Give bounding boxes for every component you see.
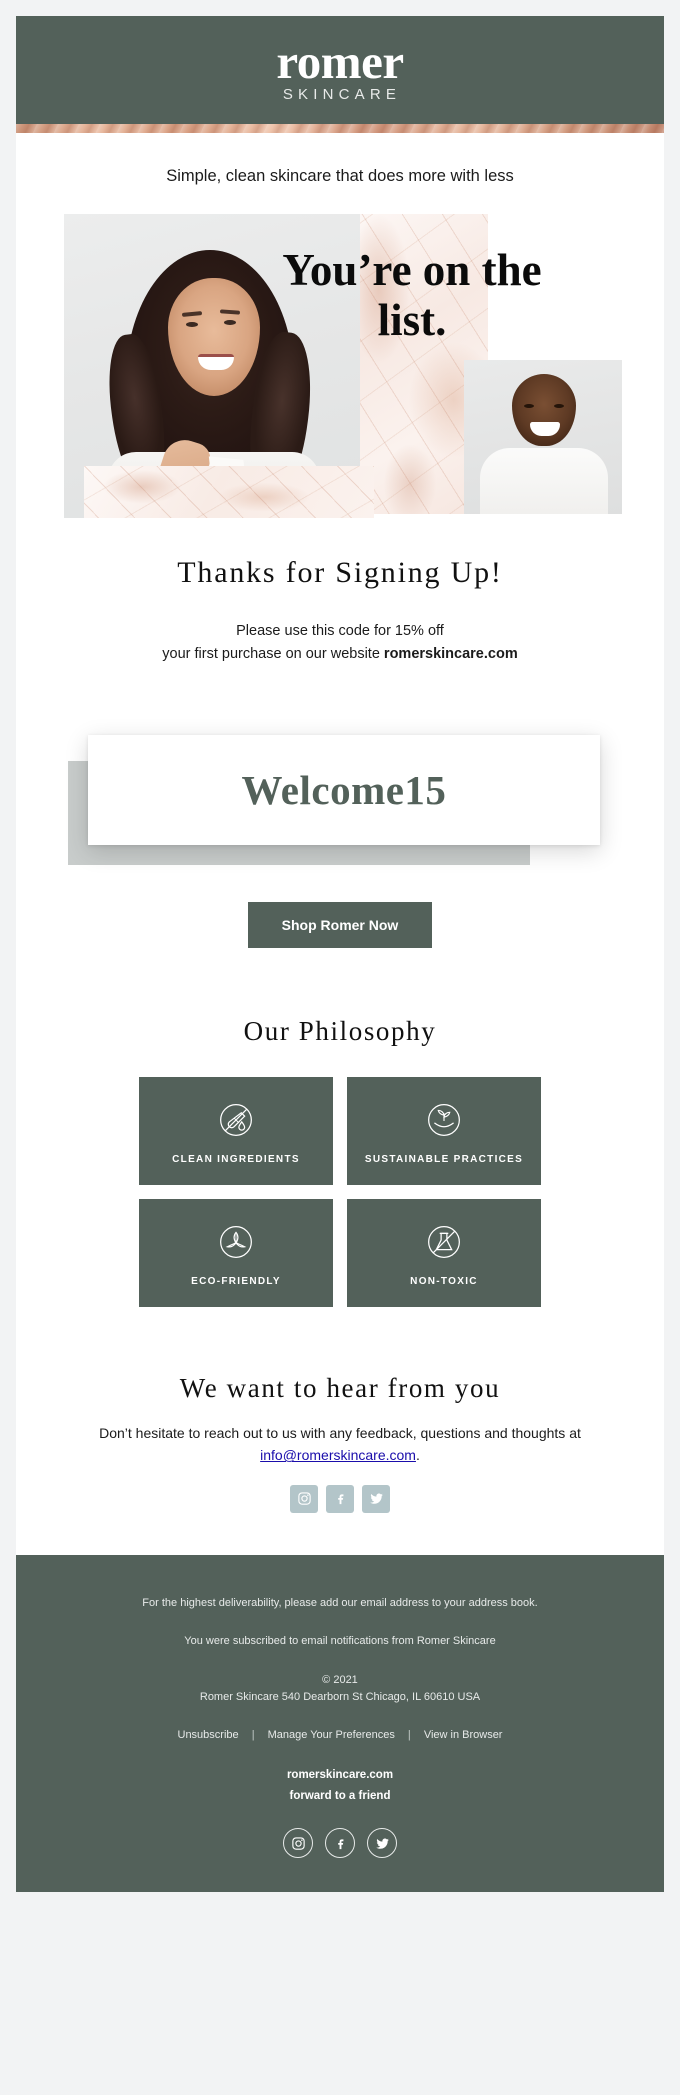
woman-eye-left [186,322,198,327]
footer-facebook-button[interactable] [325,1828,355,1859]
email-header: romer SKINCARE [16,16,664,124]
footer-address: Romer Skincare 540 Dearborn St Chicago, … [199,1691,481,1704]
promo-code-zone: Welcome15 [16,717,664,892]
promo-line-1: Please use this code for 15% off [236,623,444,639]
footer-links: Unsubscribe | Manage Your Preferences | … [56,1729,624,1741]
man-eye-left [524,404,534,408]
hero-headline: You’re on the list. [282,245,542,345]
leaf-trio-icon [220,1226,252,1258]
promo-website: romerskincare.com [383,646,518,663]
tagline: Simple, clean skincare that does more wi… [166,167,514,185]
twitter-icon [369,1493,383,1504]
woman-eye-right [224,320,236,325]
email-body: romer SKINCARE Simple, clean skincare th… [16,16,664,1893]
facebook-icon [337,1839,343,1849]
philosophy-title: Our Philosophy [243,1015,437,1046]
twitter-button[interactable] [362,1484,390,1513]
contact-social-row [16,1467,664,1555]
no-dropper-icon [220,1104,252,1136]
photo-man [464,360,622,514]
brand-logo[interactable]: romer SKINCARE [276,33,404,103]
footer-copyright-block: © 2021 Romer Skincare 540 Dearborn St Ch… [56,1672,624,1707]
contact-title: We want to hear from you [179,1372,501,1403]
tile-label: CLEAN INGREDIENTS [172,1153,300,1165]
contact-email-link[interactable]: info@romerskincare.com [260,1447,416,1463]
promo-line-2-pre: your first purchase on our website [162,646,384,663]
footer-brand-block: romerskincare.com forward to a friend [56,1765,624,1806]
instagram-icon [297,1492,311,1505]
footer-site-link[interactable]: romerskincare.com [287,1769,393,1781]
instagram-icon [291,1837,305,1850]
email-footer: For the highest deliverability, please a… [16,1554,664,1893]
link-separator: | [251,1728,255,1741]
forward-to-friend-link[interactable]: forward to a friend [290,1790,391,1802]
facebook-button[interactable] [326,1484,354,1513]
footer-twitter-button[interactable] [367,1828,397,1859]
footer-social-row [56,1828,624,1859]
contact-copy-post: . [415,1447,420,1464]
brand-name: romer [276,33,404,89]
footer-subscribed: You were subscribed to email notificatio… [184,1635,496,1648]
man-eye-right [554,404,564,408]
marble-texture-bottom [84,466,374,518]
promo-description: Please use this code for 15% off your fi… [16,620,664,667]
view-in-browser-link[interactable]: View in Browser [424,1729,503,1741]
thanks-title: Thanks for Signing Up! [177,556,503,589]
contact-copy-pre: Don’t hesitate to reach out to us with a… [99,1424,581,1441]
cta-row: Shop Romer Now [16,892,664,948]
unsubscribe-link[interactable]: Unsubscribe [178,1729,239,1741]
footer-copyright: © 2021 [322,1673,358,1686]
footer-instagram-button[interactable] [283,1828,313,1859]
manage-preferences-link[interactable]: Manage Your Preferences [268,1729,395,1741]
tile-label: ECO-FRIENDLY [191,1275,281,1287]
contact-copy: Don’t hesitate to reach out to us with a… [16,1422,664,1467]
link-separator: | [407,1728,411,1741]
woman-smile [198,354,234,370]
tile-non-toxic[interactable]: NON-TOXIC [347,1198,541,1307]
instagram-button[interactable] [290,1484,318,1513]
tile-clean-ingredients[interactable]: CLEAN INGREDIENTS [139,1076,333,1185]
no-flask-icon [428,1226,460,1258]
twitter-icon [375,1838,389,1849]
promo-code-card[interactable]: Welcome15 [88,734,600,845]
tile-eco-friendly[interactable]: ECO-FRIENDLY [139,1198,333,1307]
tile-label: SUSTAINABLE PRACTICES [364,1153,524,1165]
tile-label: NON-TOXIC [410,1275,478,1287]
hero-collage: You’re on the list. [58,208,622,518]
philosophy-tiles: CLEAN INGREDIENTS SUSTAINABLE PRACTICES … [16,1076,664,1315]
facebook-icon [337,1494,343,1505]
footer-deliverability: For the highest deliverability, please a… [142,1596,538,1609]
promo-code-value: Welcome15 [241,766,447,813]
tile-sustainable-practices[interactable]: SUSTAINABLE PRACTICES [347,1076,541,1185]
hand-plant-icon [428,1104,460,1136]
copper-divider [16,124,664,133]
brand-subtitle: SKINCARE [282,85,402,103]
shop-now-button[interactable]: Shop Romer Now [247,901,433,948]
man-shirt [480,448,608,514]
